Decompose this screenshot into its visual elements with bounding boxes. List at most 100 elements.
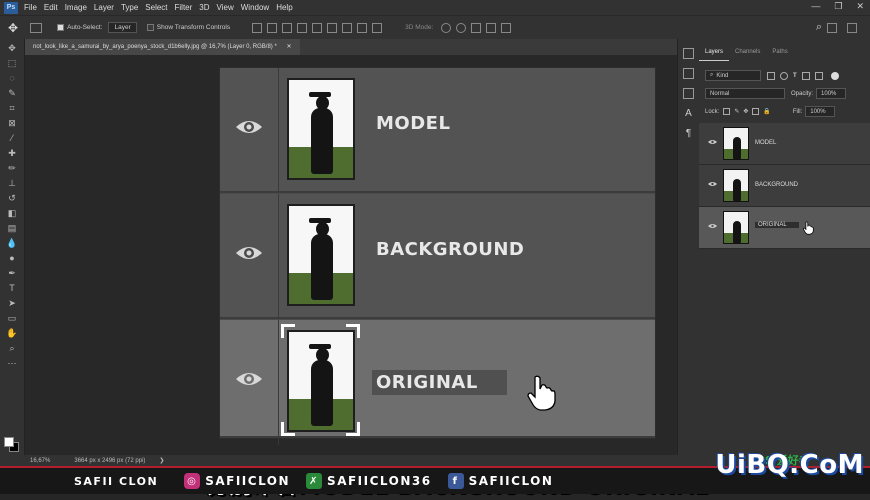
- pen-tool-icon[interactable]: ✒: [6, 268, 19, 279]
- maximize-button[interactable]: ❐: [834, 1, 842, 12]
- filter-smart-object-icon[interactable]: [814, 71, 823, 80]
- move-tool-icon[interactable]: ✥: [6, 43, 19, 54]
- move-tool-icon[interactable]: ✥: [8, 21, 18, 35]
- align-left-icon[interactable]: [297, 22, 308, 33]
- layer-row[interactable]: MODEL: [699, 123, 870, 165]
- eye-icon[interactable]: [235, 118, 263, 136]
- marquee-tool-icon[interactable]: ⬚: [6, 58, 19, 69]
- document-tab[interactable]: not_look_like_a_samurai_by_arya_poenya_s…: [25, 39, 300, 55]
- align-center-icon[interactable]: [312, 22, 323, 33]
- distribute-vertical-icon[interactable]: [372, 22, 383, 33]
- eyedropper-tool-icon[interactable]: ⁄: [6, 133, 19, 144]
- blur-tool-icon[interactable]: 💧: [6, 238, 19, 249]
- filter-shape-icon[interactable]: [801, 71, 810, 80]
- lock-pixels-icon[interactable]: ✎: [734, 108, 739, 115]
- clone-stamp-tool-icon[interactable]: ⊥: [6, 178, 19, 189]
- type-tool-icon[interactable]: T: [6, 283, 19, 294]
- align-right-icon[interactable]: [327, 22, 338, 33]
- lock-position-icon[interactable]: ✥: [743, 108, 748, 115]
- history-panel-icon[interactable]: [683, 48, 694, 59]
- eye-icon[interactable]: [235, 244, 263, 262]
- menu-file[interactable]: File: [24, 3, 37, 12]
- zoom-level[interactable]: 16,67%: [30, 458, 50, 464]
- frame-tool-icon[interactable]: ⊠: [6, 118, 19, 129]
- menu-layer[interactable]: Layer: [94, 3, 114, 12]
- filter-adjustment-icon[interactable]: [780, 71, 788, 80]
- align-middle-icon[interactable]: [267, 22, 278, 33]
- menu-image[interactable]: Image: [65, 3, 87, 12]
- canvas-layer-row-selected[interactable]: ORIGINAL: [220, 320, 655, 445]
- menu-select[interactable]: Select: [145, 3, 167, 12]
- lock-transparent-icon[interactable]: [723, 108, 731, 115]
- align-bottom-icon[interactable]: [282, 22, 293, 33]
- tool-preset-icon[interactable]: [30, 22, 43, 33]
- auto-select-dropdown[interactable]: Layer: [108, 22, 137, 33]
- zoom-tool-icon[interactable]: ⌕: [6, 343, 19, 354]
- close-button[interactable]: ✕: [856, 1, 864, 12]
- character-panel-icon[interactable]: A: [683, 108, 694, 119]
- 3d-rotate-icon[interactable]: [441, 22, 452, 33]
- 3d-roll-icon[interactable]: [456, 22, 467, 33]
- canvas-layer-row[interactable]: MODEL: [220, 68, 655, 193]
- minimize-button[interactable]: —: [811, 1, 820, 12]
- 3d-pan-icon[interactable]: [471, 22, 482, 33]
- blend-mode-dropdown[interactable]: Normal: [705, 88, 785, 99]
- tab-layers[interactable]: Layers: [699, 47, 730, 61]
- more-tools-icon[interactable]: ⋯: [6, 358, 19, 369]
- path-selection-tool-icon[interactable]: ➤: [6, 298, 19, 309]
- rectangle-tool-icon[interactable]: ▭: [6, 313, 19, 324]
- foreground-color-swatch[interactable]: [4, 437, 14, 447]
- auto-select-checkbox[interactable]: [57, 24, 65, 31]
- menu-3d[interactable]: 3D: [199, 3, 209, 12]
- lock-artboard-icon[interactable]: [752, 108, 760, 115]
- share-icon[interactable]: [847, 23, 857, 33]
- tab-close-icon[interactable]: ✕: [286, 44, 291, 50]
- menu-edit[interactable]: Edit: [44, 3, 58, 12]
- lasso-tool-icon[interactable]: ◌: [6, 73, 19, 84]
- hand-tool-icon[interactable]: ✋: [6, 328, 19, 339]
- filter-kind-dropdown[interactable]: ⌕ Kind: [705, 70, 761, 81]
- brush-tool-icon[interactable]: ✏: [6, 163, 19, 174]
- menu-filter[interactable]: Filter: [175, 3, 193, 12]
- tab-channels[interactable]: Channels: [729, 47, 766, 61]
- 3d-slide-icon[interactable]: [486, 22, 497, 33]
- dodge-tool-icon[interactable]: ●: [6, 253, 19, 264]
- eye-icon[interactable]: [708, 139, 717, 145]
- layer-name[interactable]: MODEL: [755, 140, 776, 146]
- eraser-tool-icon[interactable]: ◧: [6, 208, 19, 219]
- menu-type[interactable]: Type: [121, 3, 138, 12]
- layer-name-field[interactable]: ORIGINAL: [755, 222, 799, 228]
- filter-type-icon[interactable]: T: [793, 73, 797, 79]
- properties-panel-icon[interactable]: [683, 68, 694, 79]
- layer-row-selected[interactable]: ORIGINAL: [699, 207, 870, 249]
- healing-brush-tool-icon[interactable]: ✚: [6, 148, 19, 159]
- status-arrow-icon[interactable]: ❯: [159, 457, 164, 464]
- paragraph-panel-icon[interactable]: ¶: [683, 128, 694, 139]
- document-canvas[interactable]: MODEL BACKGROUND ORIGINAL: [219, 67, 656, 445]
- canvas-layer-row[interactable]: BACKGROUND: [220, 194, 655, 319]
- distribute-icon[interactable]: [342, 22, 353, 33]
- layer-name[interactable]: BACKGROUND: [755, 182, 798, 188]
- history-brush-tool-icon[interactable]: ↺: [6, 193, 19, 204]
- layer-name-field[interactable]: ORIGINAL: [372, 370, 507, 395]
- distribute-horizontal-icon[interactable]: [357, 22, 368, 33]
- gradient-tool-icon[interactable]: ▤: [6, 223, 19, 234]
- lock-all-icon[interactable]: 🔒: [763, 108, 770, 115]
- eye-icon[interactable]: [708, 223, 717, 229]
- layer-row[interactable]: BACKGROUND: [699, 165, 870, 207]
- workspace-icon[interactable]: [827, 23, 837, 33]
- filter-pixel-icon[interactable]: [767, 71, 775, 80]
- 3d-scale-icon[interactable]: [501, 22, 512, 33]
- fill-input[interactable]: 100%: [805, 106, 836, 117]
- opacity-input[interactable]: 100%: [816, 88, 847, 99]
- tab-paths[interactable]: Paths: [766, 47, 793, 61]
- align-top-icon[interactable]: [252, 22, 263, 33]
- canvas-area[interactable]: MODEL BACKGROUND ORIGINAL 分别命名MODEL BACK…: [25, 55, 707, 499]
- search-icon[interactable]: ⌕: [816, 21, 822, 34]
- menu-window[interactable]: Window: [241, 3, 269, 12]
- crop-tool-icon[interactable]: ⌗: [6, 103, 19, 114]
- transform-controls-checkbox[interactable]: [146, 24, 154, 31]
- filter-toggle-icon[interactable]: [830, 71, 839, 80]
- adjustments-panel-icon[interactable]: [683, 88, 694, 99]
- menu-view[interactable]: View: [217, 3, 234, 12]
